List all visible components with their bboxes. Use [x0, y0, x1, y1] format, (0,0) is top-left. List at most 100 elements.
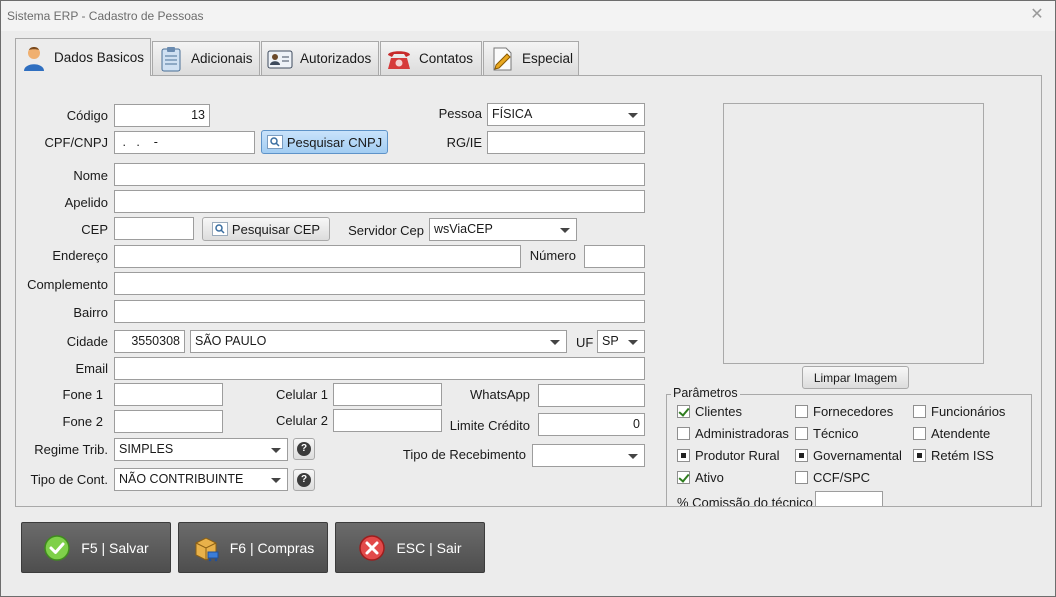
checkbox-box [913, 427, 926, 440]
cpf-field[interactable]: . . - [114, 131, 255, 154]
numero-label: Número [529, 248, 576, 263]
clientes-checkbox[interactable]: Clientes [677, 404, 742, 419]
governamental-checkbox[interactable]: Governamental [795, 448, 902, 463]
uf-value: SP [602, 334, 619, 348]
save-button[interactable]: F5 | Salvar [21, 522, 171, 573]
fone1-field[interactable] [114, 383, 223, 406]
cidade-code-field[interactable]: 3550308 [114, 330, 185, 353]
uf-select[interactable]: SP [597, 330, 645, 353]
checkbox-box [795, 449, 808, 462]
checkbox-label: Produtor Rural [695, 448, 780, 463]
numero-field[interactable] [584, 245, 645, 268]
endereco-field[interactable] [114, 245, 521, 268]
comissao-tecnico-field[interactable] [815, 491, 883, 506]
uf-label: UF [576, 335, 594, 350]
chevron-down-icon [550, 340, 560, 345]
tab-label: Dados Basicos [54, 50, 145, 65]
tab-dados-basicos[interactable]: Dados Basicos [15, 38, 151, 76]
produtor-rural-checkbox[interactable]: Produtor Rural [677, 448, 780, 463]
complemento-field[interactable] [114, 272, 645, 295]
whatsapp-field[interactable] [538, 384, 645, 407]
chevron-down-icon [271, 448, 281, 453]
box-cart-icon [195, 536, 219, 561]
codigo-label: Código [66, 108, 108, 123]
chevron-down-icon [271, 478, 281, 483]
fornecedores-checkbox[interactable]: Fornecedores [795, 404, 893, 419]
fone2-label: Fone 2 [62, 414, 103, 429]
ativo-checkbox[interactable]: Ativo [677, 470, 724, 485]
pesquisar-cep-button[interactable]: Pesquisar CEP [202, 217, 330, 241]
pessoa-value: FÍSICA [492, 107, 533, 121]
checkbox-box [913, 405, 926, 418]
window-title: Sistema ERP - Cadastro de Pessoas [7, 9, 204, 23]
fone2-field[interactable] [114, 410, 223, 433]
complemento-label: Complemento [27, 277, 108, 292]
search-icon [211, 222, 228, 236]
regime-trib-select[interactable]: SIMPLES [114, 438, 288, 461]
checkbox-box [913, 449, 926, 462]
check-circle-icon [44, 534, 71, 561]
checkbox-label: Retém ISS [931, 448, 994, 463]
whatsapp-label: WhatsApp [470, 387, 530, 402]
person-icon [24, 46, 44, 71]
tipo-recebimento-select[interactable] [532, 444, 645, 467]
rg-field[interactable] [487, 131, 645, 154]
clipboard-icon [161, 46, 181, 71]
limite-credito-field[interactable]: 0 [538, 413, 645, 436]
comissao-tecnico-label: % Comissão do técnico [677, 495, 813, 507]
compras-label: F6 | Compras [229, 539, 315, 556]
funcionarios-checkbox[interactable]: Funcionários [913, 404, 1005, 419]
limpar-imagem-label: Limpar Imagem [813, 370, 898, 385]
cidade-select[interactable]: SÃO PAULO [190, 330, 567, 353]
retem-iss-checkbox[interactable]: Retém ISS [913, 448, 994, 463]
email-field[interactable] [114, 357, 645, 380]
codigo-field[interactable]: 13 [114, 104, 210, 127]
pen-document-icon [493, 47, 512, 70]
exit-button[interactable]: ESC | Sair [335, 522, 485, 573]
tab-label: Contatos [419, 51, 474, 66]
email-label: Email [75, 361, 108, 376]
checkbox-box [795, 471, 808, 484]
tab-especial[interactable]: Especial [483, 41, 579, 75]
parametros-group: Parâmetros Clientes Fornecedores Funcion… [666, 386, 1032, 507]
pessoa-select[interactable]: FÍSICA [487, 103, 645, 126]
close-icon[interactable]: ✕ [1029, 7, 1045, 23]
checkbox-box [677, 471, 690, 484]
pesquisar-cnpj-button[interactable]: Pesquisar CNPJ [261, 130, 388, 154]
rg-label: RG/IE [446, 135, 482, 150]
administradoras-checkbox[interactable]: Administradoras [677, 426, 789, 441]
celular1-field[interactable] [333, 383, 442, 406]
bairro-field[interactable] [114, 300, 645, 323]
cidade-label: Cidade [66, 334, 108, 349]
servidor-cep-label: Servidor Cep [348, 223, 424, 238]
celular2-field[interactable] [333, 409, 442, 432]
celular2-label: Celular 2 [275, 413, 328, 428]
limite-credito-label: Limite Crédito [449, 418, 530, 433]
compras-button[interactable]: F6 | Compras [178, 522, 328, 573]
photo-area[interactable] [723, 103, 984, 364]
limpar-imagem-button[interactable]: Limpar Imagem [802, 366, 909, 389]
bairro-label: Bairro [73, 305, 108, 320]
tab-contatos[interactable]: Contatos [380, 41, 482, 75]
nome-field[interactable] [114, 163, 645, 186]
tipo-cont-value: NÃO CONTRIBUINTE [119, 472, 244, 486]
servidor-cep-select[interactable]: wsViaCEP [429, 218, 577, 241]
regime-trib-help-button[interactable]: ? [293, 438, 315, 460]
checkbox-box [677, 427, 690, 440]
help-icon: ? [297, 442, 311, 456]
tipo-cont-select[interactable]: NÃO CONTRIBUINTE [114, 468, 288, 491]
tab-label: Adicionais [191, 51, 253, 66]
tab-adicionais[interactable]: Adicionais [152, 41, 260, 75]
checkbox-box [677, 449, 690, 462]
cep-field[interactable] [114, 217, 194, 240]
tecnico-checkbox[interactable]: Técnico [795, 426, 859, 441]
atendente-checkbox[interactable]: Atendente [913, 426, 990, 441]
apelido-field[interactable] [114, 190, 645, 213]
ccf-spc-checkbox[interactable]: CCF/SPC [795, 470, 870, 485]
tipo-cont-help-button[interactable]: ? [293, 469, 315, 491]
chevron-down-icon [628, 113, 638, 118]
tab-autorizados[interactable]: Autorizados [261, 41, 379, 75]
search-icon [266, 135, 283, 149]
endereco-label: Endereço [52, 248, 108, 263]
checkbox-box [677, 405, 690, 418]
